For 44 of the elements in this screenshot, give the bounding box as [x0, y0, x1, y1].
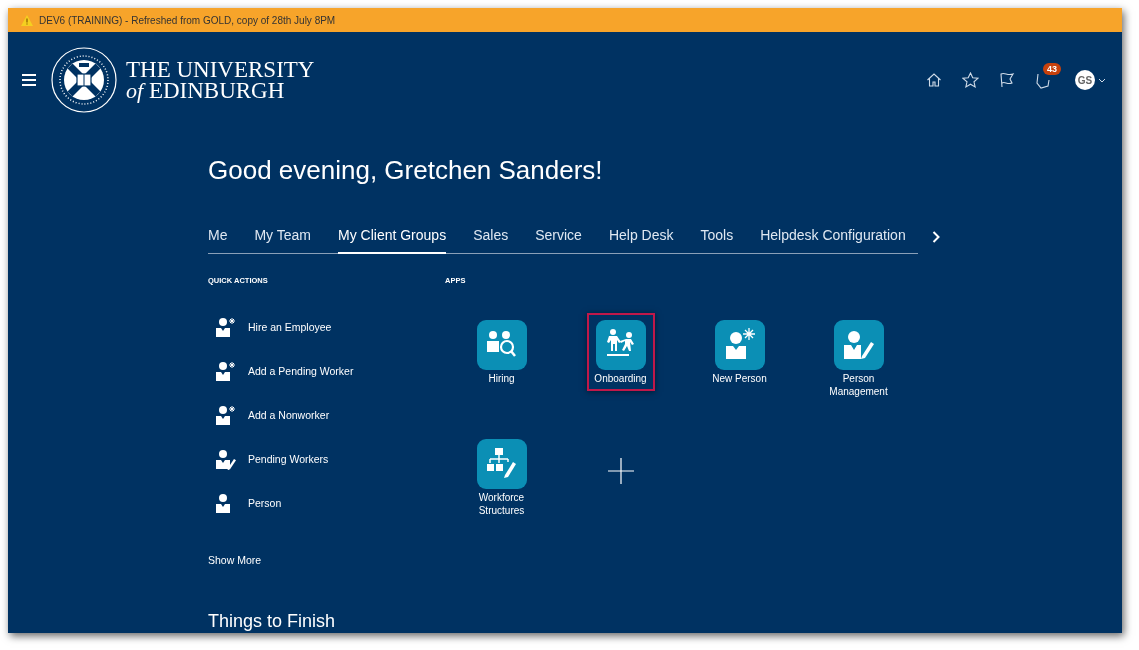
person-plus-icon [214, 316, 236, 338]
caret-icon [1098, 77, 1106, 83]
university-logo-text: THE UNIVERSITY of EDINBURGH [126, 59, 315, 101]
app-tile[interactable]: Workforce Structures [457, 432, 546, 523]
app-tile[interactable]: Person Management [814, 313, 903, 404]
notification-count-badge: 43 [1043, 62, 1061, 75]
quick-action-link[interactable]: Add a Pending Worker [208, 349, 442, 393]
notifications-icon [1035, 71, 1051, 89]
nav-tab[interactable]: My Client Groups [338, 220, 447, 254]
person-pencil-icon [843, 331, 874, 359]
next-tabs-chevron-icon[interactable] [932, 231, 940, 243]
section-heading: Things to Finish [208, 610, 337, 632]
favorites-button[interactable] [962, 72, 979, 88]
nav-tab[interactable]: Tools [700, 220, 734, 254]
greeting-heading: Good evening, Gretchen Sanders! [208, 154, 604, 186]
nav-tab[interactable]: Help Desk [608, 220, 674, 254]
nav-tab[interactable]: My Team [254, 220, 311, 254]
nav-tab[interactable]: Helpdesk Configuration [760, 220, 906, 254]
person-plus-icon [214, 404, 236, 426]
quick-action-link[interactable]: Add a Nonworker [208, 393, 442, 437]
show-more-link[interactable]: Show More [208, 554, 262, 566]
app-tile[interactable]: New Person [705, 313, 774, 391]
environment-banner-text: DEV6 (TRAINING) - Refreshed from GOLD, copy of 28th July 8PM [39, 14, 336, 26]
org-chart-pencil-icon [486, 448, 516, 478]
nav-tab[interactable]: Service [535, 220, 582, 254]
add-app-button[interactable] [607, 458, 634, 484]
quick-action-link[interactable]: Hire an Employee [208, 305, 442, 349]
menu-button[interactable] [22, 74, 36, 86]
person-plus-icon [214, 360, 236, 382]
notifications-button[interactable]: 43 [1035, 62, 1061, 89]
quick-action-link[interactable]: Person [208, 481, 442, 525]
people-search-icon [486, 331, 516, 357]
crest-logo-icon [50, 46, 118, 114]
person-pencil-icon [214, 448, 236, 470]
app-tile[interactable]: Onboarding [586, 313, 655, 391]
app-tile[interactable]: Hiring [467, 313, 536, 391]
quick-action-link[interactable]: Pending Workers [208, 437, 442, 481]
warning-icon [21, 14, 33, 26]
person-plus-icon [725, 327, 756, 359]
nav-tab[interactable]: Sales [473, 220, 509, 254]
home-button[interactable] [926, 72, 942, 88]
nav-tab[interactable]: Me [208, 220, 228, 254]
flag-button[interactable] [999, 72, 1015, 88]
people-walking-icon [606, 329, 634, 356]
